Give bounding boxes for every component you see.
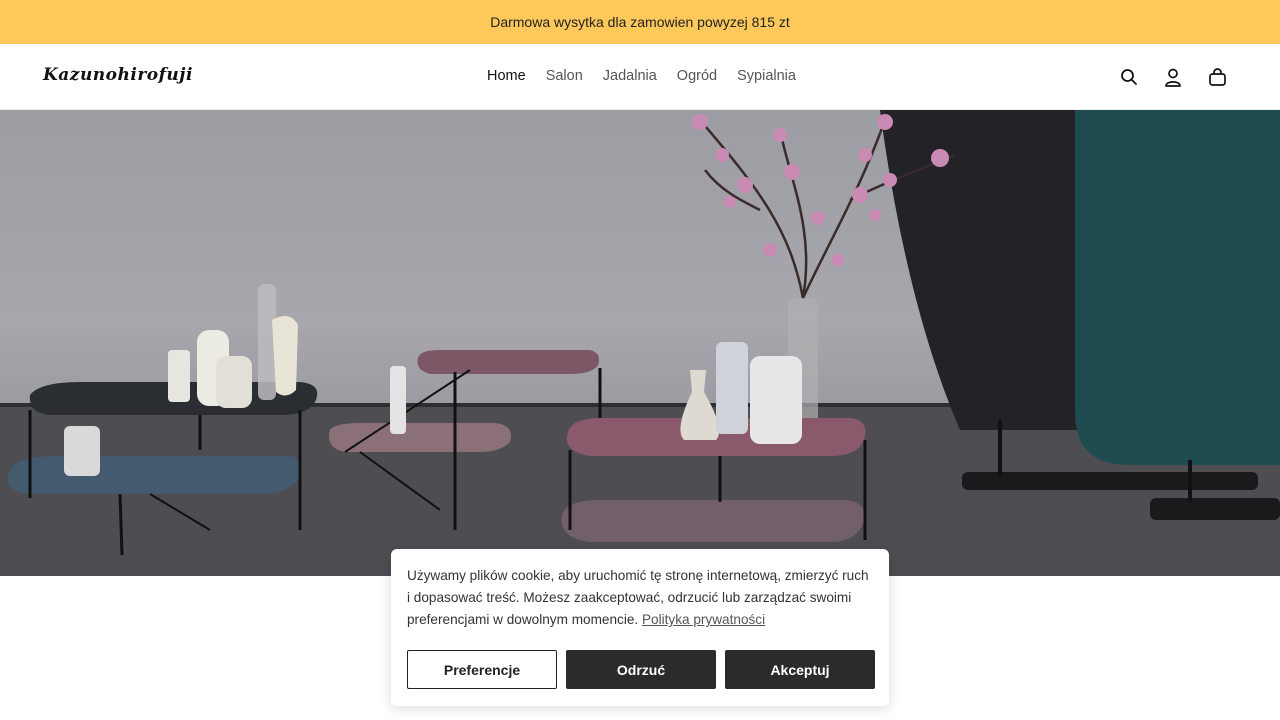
hero-image bbox=[0, 110, 1280, 576]
nav-ogrod[interactable]: Ogród bbox=[677, 68, 717, 84]
search-icon[interactable] bbox=[1118, 66, 1140, 88]
furniture-illustration bbox=[0, 110, 1280, 576]
privacy-policy-link[interactable]: Polityka prywatności bbox=[642, 612, 765, 627]
nav-sypialnia[interactable]: Sypialnia bbox=[737, 68, 796, 84]
nav-jadalnia[interactable]: Jadalnia bbox=[603, 68, 657, 84]
reject-button[interactable]: Odrzuć bbox=[566, 650, 716, 689]
preferences-button[interactable]: Preferencje bbox=[407, 650, 557, 689]
account-icon[interactable] bbox=[1162, 66, 1184, 88]
announcement-bar: Darmowa wysytka dla zamowien powyzej 815… bbox=[0, 0, 1280, 44]
cookie-banner: Używamy plików cookie, aby uruchomić tę … bbox=[391, 549, 889, 706]
cookie-buttons: Preferencje Odrzuć Akceptuj bbox=[407, 650, 875, 689]
main-nav: Home Salon Jadalnia Ogród Sypialnia bbox=[487, 68, 796, 84]
site-header: Kazunohirofuji Home Salon Jadalnia Ogród… bbox=[0, 44, 1280, 110]
header-icons bbox=[1118, 66, 1228, 88]
cookie-text: Używamy plików cookie, aby uruchomić tę … bbox=[407, 568, 869, 627]
nav-salon[interactable]: Salon bbox=[546, 68, 583, 84]
cart-icon[interactable] bbox=[1206, 66, 1228, 88]
nav-home[interactable]: Home bbox=[487, 68, 526, 84]
accept-button[interactable]: Akceptuj bbox=[725, 650, 875, 689]
announcement-text: Darmowa wysytka dla zamowien powyzej 815… bbox=[490, 14, 790, 30]
logo[interactable]: Kazunohirofuji bbox=[43, 65, 193, 85]
